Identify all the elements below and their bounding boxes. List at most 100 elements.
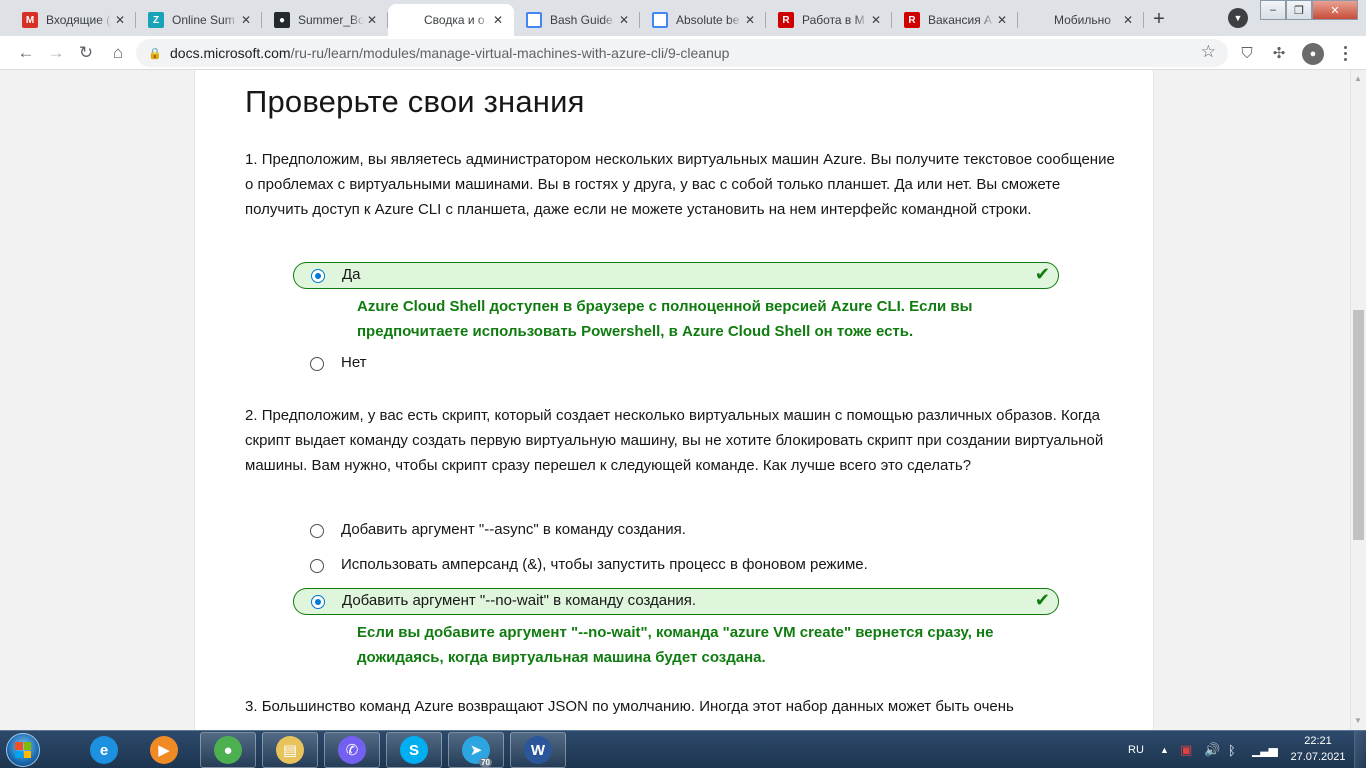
option-label: Да [342, 266, 361, 283]
radio-button[interactable] [310, 559, 324, 573]
browser-tab[interactable]: Сводка и о ✕ [388, 4, 514, 36]
back-button[interactable]: ← [14, 41, 38, 65]
gmail-icon: M [22, 12, 38, 28]
windows-logo-icon [15, 742, 31, 758]
question-text: Предположим, вы являетесь администраторо… [245, 151, 1115, 218]
browser-tab[interactable]: Bash Guide ✕ [514, 4, 640, 36]
clock-date: 27.07.2021 [1290, 751, 1346, 763]
bluetooth-icon[interactable]: ᛒ [1228, 731, 1236, 768]
maximize-button[interactable]: ❐ [1286, 0, 1312, 20]
file-explorer-icon: ▤ [276, 736, 304, 764]
taskbar-app-button[interactable]: ▶ [136, 732, 192, 768]
question-text: Большинство команд Azure возвращают JSON… [261, 698, 1014, 715]
question-1: 1. Предположим, вы являетесь администрат… [245, 147, 1115, 222]
answer-option-q2-no-wait[interactable]: Добавить аргумент "--no-wait" в команду … [293, 588, 1059, 615]
new-tab-button[interactable]: + [1146, 6, 1172, 32]
reload-button[interactable]: ↻ [74, 41, 98, 65]
shield-extension-icon[interactable]: ⛉ [1236, 42, 1258, 64]
browser-tab[interactable]: R Работа в М ✕ [766, 4, 892, 36]
close-tab-icon[interactable]: ✕ [1120, 13, 1136, 27]
tab-title: Online Sum [172, 13, 235, 27]
close-tab-icon[interactable]: ✕ [868, 13, 884, 27]
radio-button[interactable] [310, 357, 324, 371]
microsoft-icon [1030, 12, 1046, 28]
browser-toolbar: ← → ↻ ⌂ 🔒 docs.microsoft.com/ru-ru/learn… [0, 36, 1366, 70]
browser-tab[interactable]: Z Online Sum ✕ [136, 4, 262, 36]
tab-title: Summer_Bo [298, 13, 364, 27]
radio-button-selected[interactable] [311, 269, 325, 283]
bookmark-star-icon[interactable]: ☆ [1201, 42, 1216, 62]
tray-expand-icon[interactable]: ▲ [1160, 731, 1169, 768]
radio-button-selected[interactable] [311, 595, 325, 609]
start-button[interactable] [6, 733, 40, 767]
system-clock[interactable]: 22:21 27.07.2021 [1286, 733, 1350, 765]
profile-avatar[interactable]: ● [1302, 43, 1324, 65]
z-icon: Z [148, 12, 164, 28]
address-bar[interactable]: 🔒 docs.microsoft.com/ru-ru/learn/modules… [136, 39, 1228, 67]
minimize-button[interactable]: – [1260, 0, 1286, 20]
close-tab-icon[interactable]: ✕ [238, 13, 254, 27]
close-tab-icon[interactable]: ✕ [112, 13, 128, 27]
question-number: 2. [245, 407, 258, 424]
browser-tab[interactable]: Absolute be ✕ [640, 4, 766, 36]
browser-tab[interactable]: Мобильно ✕ [1018, 4, 1144, 36]
taskbar-app-button[interactable]: e [76, 732, 132, 768]
article: Проверьте свои знания 1. Предположим, вы… [194, 70, 1154, 730]
language-indicator[interactable]: RU [1128, 731, 1144, 768]
answer-option-q2-ampersand[interactable]: Использовать амперсанд (&), чтобы запуст… [293, 553, 1059, 580]
forward-button[interactable]: → [44, 41, 68, 65]
volume-icon[interactable]: 🔊 [1204, 731, 1220, 768]
question-2: 2. Предположим, у вас есть скрипт, котор… [245, 403, 1115, 478]
taskbar-app-button[interactable]: S [386, 732, 442, 768]
scroll-up-arrow-icon[interactable]: ▲ [1354, 74, 1362, 83]
close-tab-icon[interactable]: ✕ [490, 13, 506, 27]
browser-menu-icon[interactable] [1334, 42, 1356, 64]
lock-icon[interactable]: 🔒 [148, 47, 164, 60]
question-number: 1. [245, 151, 258, 168]
tab-title: Мобильно [1054, 13, 1111, 27]
taskbar-app-button[interactable]: ● [200, 732, 256, 768]
tab-search-icon[interactable]: ▼ [1228, 8, 1248, 28]
checkmark-icon: ✔ [1034, 264, 1050, 284]
taskbar-app-button[interactable]: ➤ 70 [448, 732, 504, 768]
show-desktop-button[interactable] [1354, 731, 1366, 768]
scrollbar-thumb[interactable] [1353, 310, 1364, 540]
internet-explorer-icon: e [90, 736, 118, 764]
microsoft-icon [400, 12, 416, 28]
browser-tab[interactable]: R Вакансия A ✕ [892, 4, 1018, 36]
home-button[interactable]: ⌂ [106, 41, 130, 65]
taskbar-app-button[interactable]: ✆ [324, 732, 380, 768]
github-icon: ● [274, 12, 290, 28]
answer-feedback-q2: Если вы добавите аргумент "--no-wait", к… [357, 624, 994, 666]
question-3: 3. Большинство команд Azure возвращают J… [245, 694, 1115, 719]
answer-option-q1-no[interactable]: Нет [293, 351, 1059, 378]
skype-icon: S [400, 736, 428, 764]
word-icon: W [524, 736, 552, 764]
answer-option-q1-yes[interactable]: Да ✔ [293, 262, 1059, 289]
viber-icon: ✆ [338, 736, 366, 764]
taskbar-app-button[interactable]: ▤ [262, 732, 318, 768]
option-label: Добавить аргумент "--no-wait" в команду … [342, 592, 697, 609]
extensions-puzzle-icon[interactable]: ✣ [1268, 42, 1290, 64]
close-tab-icon[interactable]: ✕ [994, 13, 1010, 27]
url-path: /ru-ru/learn/modules/manage-virtual-mach… [290, 45, 730, 61]
scroll-down-arrow-icon[interactable]: ▼ [1354, 716, 1362, 725]
close-tab-icon[interactable]: ✕ [364, 13, 380, 27]
network-warning-icon[interactable]: ▣ [1180, 731, 1192, 768]
unread-badge: 70 [479, 758, 492, 767]
checkmark-icon: ✔ [1034, 590, 1050, 610]
answer-option-q2-async[interactable]: Добавить аргумент "--async" в команду со… [293, 518, 1059, 545]
windows-taskbar: e ▶ ● ▤ ✆ S ➤ 70 W RU ▲ ▣ 🔊 ᛒ ▁▃▅ 22:21 27.07.20… [0, 730, 1366, 768]
close-tab-icon[interactable]: ✕ [616, 13, 632, 27]
question-text: Предположим, у вас есть скрипт, который … [245, 407, 1104, 474]
media-player-icon: ▶ [150, 736, 178, 764]
close-window-button[interactable]: ✕ [1312, 0, 1358, 20]
signal-icon[interactable]: ▁▃▅ [1252, 731, 1278, 768]
tab-title: Вакансия A [928, 13, 993, 27]
page-scrollbar[interactable]: ▲ ▼ [1350, 70, 1366, 730]
taskbar-app-button[interactable]: W [510, 732, 566, 768]
browser-tab[interactable]: M Входящие (✕ [10, 4, 136, 36]
browser-tab[interactable]: ● Summer_Bo ✕ [262, 4, 388, 36]
radio-button[interactable] [310, 524, 324, 538]
close-tab-icon[interactable]: ✕ [742, 13, 758, 27]
